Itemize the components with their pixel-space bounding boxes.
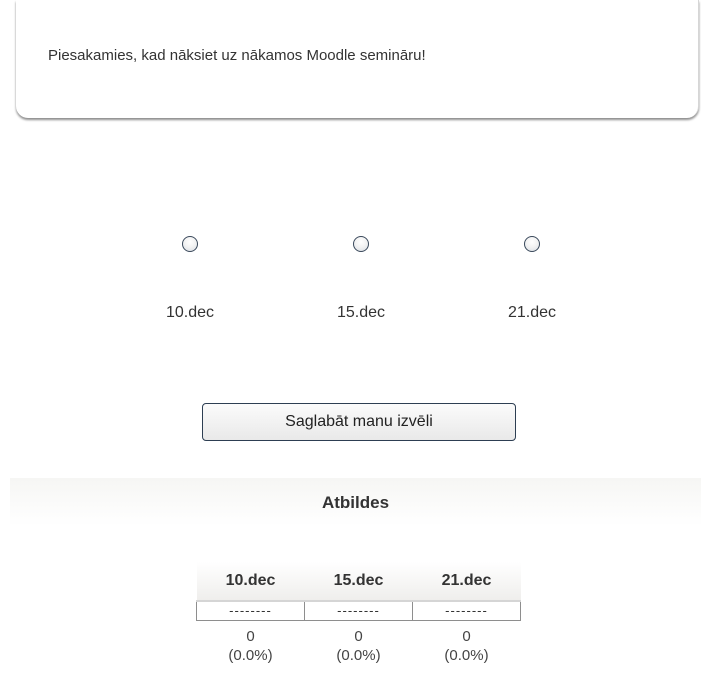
results-column-header: 21.dec <box>412 562 521 602</box>
option-21-dec[interactable]: 21.dec <box>482 236 582 322</box>
results-count-cell: 0 (0.0%) <box>305 621 413 667</box>
radio-15-dec[interactable] <box>353 236 369 252</box>
option-label-10-dec[interactable]: 10.dec <box>140 304 240 322</box>
option-10-dec[interactable]: 10.dec <box>140 236 240 322</box>
results-header-row: 10.dec 15.dec 21.dec <box>196 562 521 602</box>
radio-10-dec[interactable] <box>182 236 198 252</box>
results-bar: -------- <box>304 600 413 621</box>
results-percent: (0.0%) <box>336 647 381 664</box>
results-count: 0 <box>462 628 471 645</box>
results-count: 0 <box>246 628 255 645</box>
results-table: 10.dec 15.dec 21.dec -------- -------- -… <box>196 562 521 666</box>
results-bar-row: -------- -------- -------- <box>196 600 521 621</box>
save-choice-button[interactable]: Saglabāt manu izvēli <box>202 403 516 441</box>
results-column-header: 10.dec <box>196 562 305 602</box>
results-count-row: 0 (0.0%) 0 (0.0%) 0 (0.0%) <box>197 621 521 667</box>
results-bar: -------- <box>196 600 305 621</box>
results-bar: -------- <box>412 600 521 621</box>
results-column-header: 15.dec <box>304 562 413 602</box>
results-count-cell: 0 (0.0%) <box>197 621 305 667</box>
choice-options: 10.dec 15.dec 21.dec <box>0 236 701 336</box>
radio-21-dec[interactable] <box>524 236 540 252</box>
results-percent: (0.0%) <box>228 647 273 664</box>
page: Piesakamies, kad nāksiet uz nākamos Mood… <box>0 0 701 686</box>
option-label-21-dec[interactable]: 21.dec <box>482 304 582 322</box>
intro-text: Piesakamies, kad nāksiet uz nākamos Mood… <box>48 47 426 64</box>
results-percent: (0.0%) <box>444 647 489 664</box>
results-count: 0 <box>354 628 363 645</box>
results-header-band: Atbildes <box>10 478 701 526</box>
option-label-15-dec[interactable]: 15.dec <box>311 304 411 322</box>
option-15-dec[interactable]: 15.dec <box>311 236 411 322</box>
results-heading: Atbildes <box>321 493 390 512</box>
intro-box: Piesakamies, kad nāksiet uz nākamos Mood… <box>16 0 699 118</box>
results-count-cell: 0 (0.0%) <box>413 621 521 667</box>
